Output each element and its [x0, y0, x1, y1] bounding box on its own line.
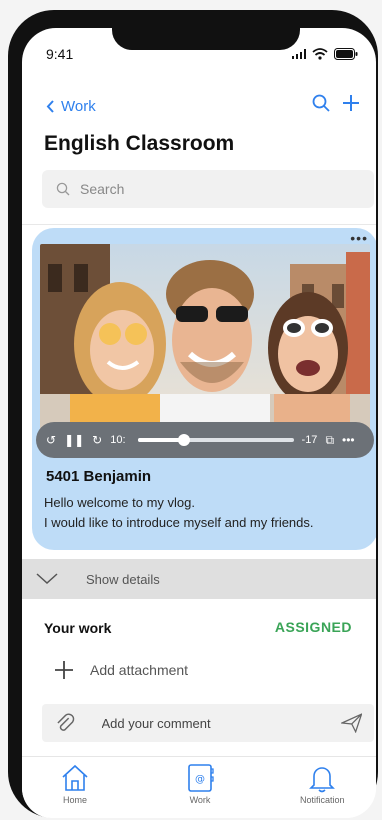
- tab-bar: Home @ Work Notification: [22, 756, 376, 818]
- tab-label: Work: [189, 795, 211, 805]
- progress-thumb[interactable]: [178, 434, 191, 446]
- signal-icon: [292, 49, 306, 59]
- status-icons: [292, 48, 358, 60]
- home-icon: [62, 764, 88, 791]
- add-attachment-button[interactable]: Add attachment: [54, 660, 188, 680]
- rewind-icon[interactable]: ↺: [46, 433, 56, 447]
- chevron-down-icon: [36, 573, 58, 585]
- tab-home[interactable]: Home: [60, 763, 90, 805]
- add-attachment-label: Add attachment: [90, 662, 189, 678]
- svg-text:@: @: [195, 774, 205, 785]
- search-field-icon: [56, 182, 70, 196]
- back-label: Work: [61, 98, 96, 115]
- search-bar[interactable]: [42, 170, 374, 208]
- search-input[interactable]: [80, 181, 320, 197]
- post-caption: Hello welcome to my vlog. I would like t…: [44, 493, 364, 533]
- comment-input[interactable]: [101, 715, 315, 731]
- tab-work[interactable]: @ Work: [186, 763, 214, 805]
- post-card: ••• ↺ ❚❚ ↻ 10: -17 ⧉ ••• 5401 Benjamin H…: [32, 228, 376, 550]
- video-frame-image: [40, 244, 370, 440]
- send-icon[interactable]: [340, 713, 363, 733]
- wifi-icon: [312, 48, 328, 60]
- tab-notification[interactable]: Notification: [300, 763, 345, 805]
- progress-fill: [137, 438, 185, 442]
- battery-icon: [334, 48, 358, 60]
- status-badge: ASSIGNED: [274, 619, 352, 635]
- remaining-time: -17: [301, 434, 318, 446]
- video-controls: ↺ ❚❚ ↻ 10: -17 ⧉ •••: [36, 422, 374, 458]
- video-thumbnail[interactable]: [40, 244, 370, 440]
- elapsed-time: 10:: [110, 434, 126, 446]
- page-title: English Classroom: [44, 132, 235, 155]
- chevron-left-icon: [46, 100, 54, 113]
- pause-icon[interactable]: ❚❚: [64, 433, 84, 447]
- status-time: 9:41: [46, 46, 74, 62]
- phone-frame: 9:41 Work English Classroom Search ••• ↺…: [8, 10, 378, 818]
- back-button[interactable]: Work: [46, 98, 96, 115]
- player-more-icon[interactable]: •••: [342, 433, 355, 447]
- caption-line: Hello welcome to my vlog.: [44, 495, 195, 510]
- app-screen: 9:41 Work English Classroom Search ••• ↺…: [22, 28, 376, 818]
- caption-line: I would like to introduce myself and my …: [44, 515, 314, 530]
- tab-label: Notification: [300, 795, 345, 805]
- your-work-label: Your work: [44, 620, 112, 636]
- bell-icon: [309, 767, 336, 793]
- airplay-icon[interactable]: ⧉: [325, 433, 334, 448]
- plus-icon: [55, 661, 73, 679]
- show-details-label: Show details: [86, 571, 160, 587]
- post-author: 5401 Benjamin: [46, 468, 152, 485]
- divider: [22, 224, 376, 225]
- forward-icon[interactable]: ↻: [92, 433, 102, 447]
- tab-label: Home: [62, 795, 87, 805]
- progress-slider[interactable]: [137, 434, 294, 446]
- paperclip-icon[interactable]: [54, 712, 76, 734]
- search-icon[interactable]: [312, 94, 330, 112]
- phone-notch: [112, 20, 300, 50]
- add-icon[interactable]: [342, 94, 360, 112]
- show-details-button[interactable]: Show details: [22, 559, 376, 599]
- work-book-icon: @: [188, 764, 214, 792]
- nav-actions: [312, 94, 360, 112]
- comment-box: [42, 704, 374, 742]
